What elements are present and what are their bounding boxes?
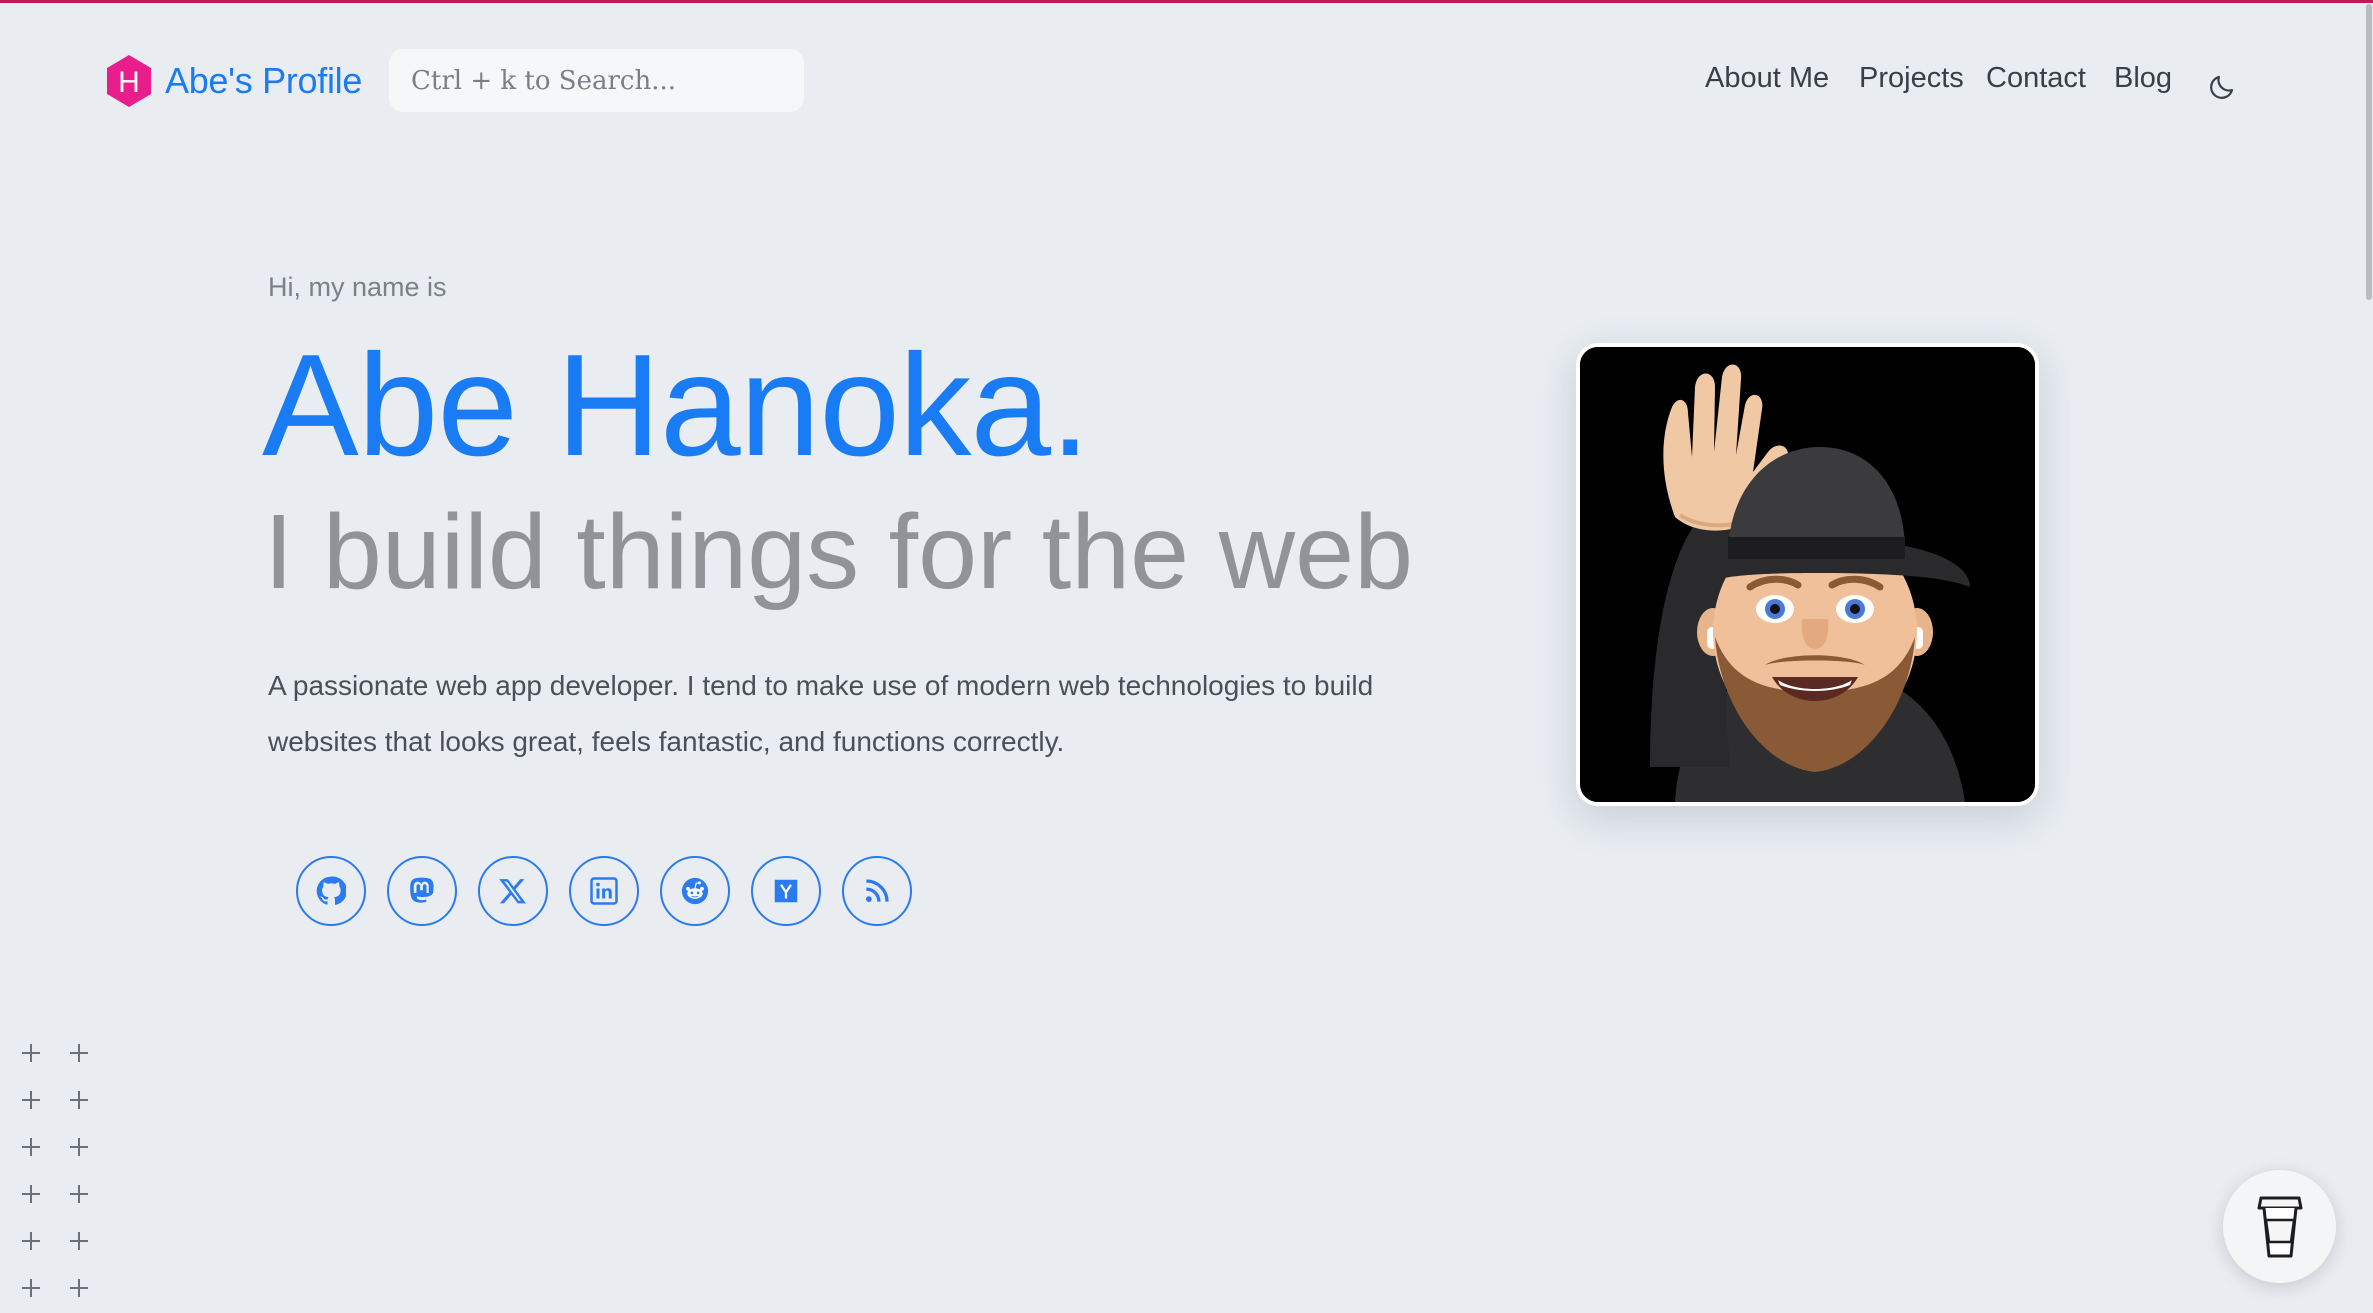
- page: H Abe's Profile About Me Projects Contac…: [0, 0, 2373, 1313]
- plus-icon: [16, 1132, 46, 1162]
- hacker-news-icon: [774, 879, 798, 903]
- rss-icon: [866, 879, 889, 902]
- nav-contact[interactable]: Contact: [1986, 62, 2086, 95]
- nav-projects[interactable]: Projects: [1859, 62, 1964, 95]
- rss-link[interactable]: [842, 856, 912, 926]
- plus-icon: [64, 1038, 94, 1068]
- github-icon: [316, 876, 346, 905]
- linkedin-link[interactable]: [569, 856, 639, 926]
- memoji-waving-avatar: [1580, 347, 2035, 802]
- hero-name: Abe Hanoka.: [262, 324, 1090, 486]
- decorative-plus-grid: [16, 1038, 94, 1303]
- plus-icon: [16, 1273, 46, 1303]
- github-link[interactable]: [296, 856, 366, 926]
- moon-icon[interactable]: [2207, 72, 2237, 102]
- scrollbar-thumb[interactable]: [2366, 4, 2372, 300]
- plus-icon: [16, 1226, 46, 1256]
- plus-icon: [64, 1179, 94, 1209]
- reddit-icon: [681, 877, 709, 905]
- nav-about-me[interactable]: About Me: [1705, 62, 1829, 95]
- nav-blog[interactable]: Blog: [2114, 62, 2172, 95]
- plus-icon: [16, 1038, 46, 1068]
- plus-icon: [64, 1132, 94, 1162]
- x-link[interactable]: [478, 856, 548, 926]
- avatar: [1576, 343, 2039, 806]
- plus-icon: [16, 1085, 46, 1115]
- hero-greeting: Hi, my name is: [268, 272, 447, 302]
- hacker-news-link[interactable]: [751, 856, 821, 926]
- hero-bio: A passionate web app developer. I tend t…: [268, 670, 1374, 757]
- main-nav: About Me Projects Contact Blog: [0, 62, 2373, 102]
- mastodon-icon: [410, 877, 434, 903]
- mastodon-link[interactable]: [387, 856, 457, 926]
- x-icon: [499, 879, 526, 904]
- linkedin-icon: [590, 877, 618, 905]
- plus-icon: [64, 1085, 94, 1115]
- hero-tagline: I build things for the web: [264, 493, 1414, 611]
- page-scrollbar[interactable]: [2365, 0, 2373, 1313]
- plus-icon: [64, 1273, 94, 1303]
- plus-icon: [64, 1226, 94, 1256]
- social-links: [296, 856, 912, 926]
- buy-me-a-coffee-button[interactable]: [2223, 1170, 2336, 1283]
- top-accent-line: [0, 0, 2373, 3]
- reddit-link[interactable]: [660, 856, 730, 926]
- coffee-cup-icon: [2257, 1196, 2302, 1257]
- plus-icon: [16, 1179, 46, 1209]
